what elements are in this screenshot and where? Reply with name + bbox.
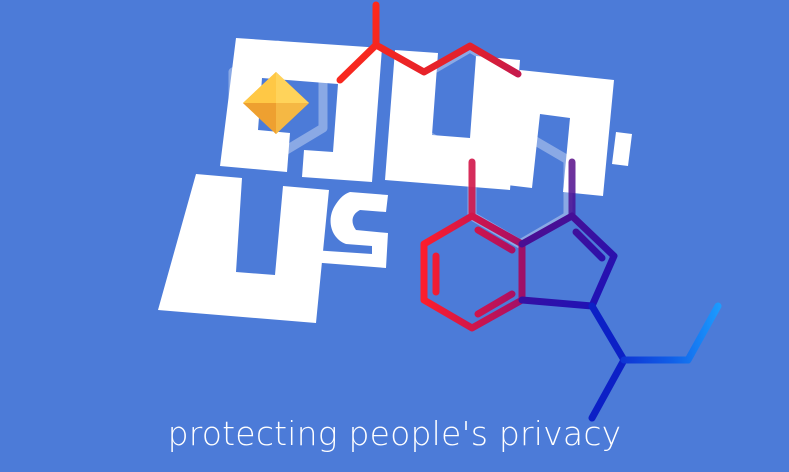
banner-artwork <box>158 1 722 422</box>
banner: protecting people's privacy <box>0 0 789 472</box>
tagline-text: protecting people's privacy <box>167 414 622 453</box>
